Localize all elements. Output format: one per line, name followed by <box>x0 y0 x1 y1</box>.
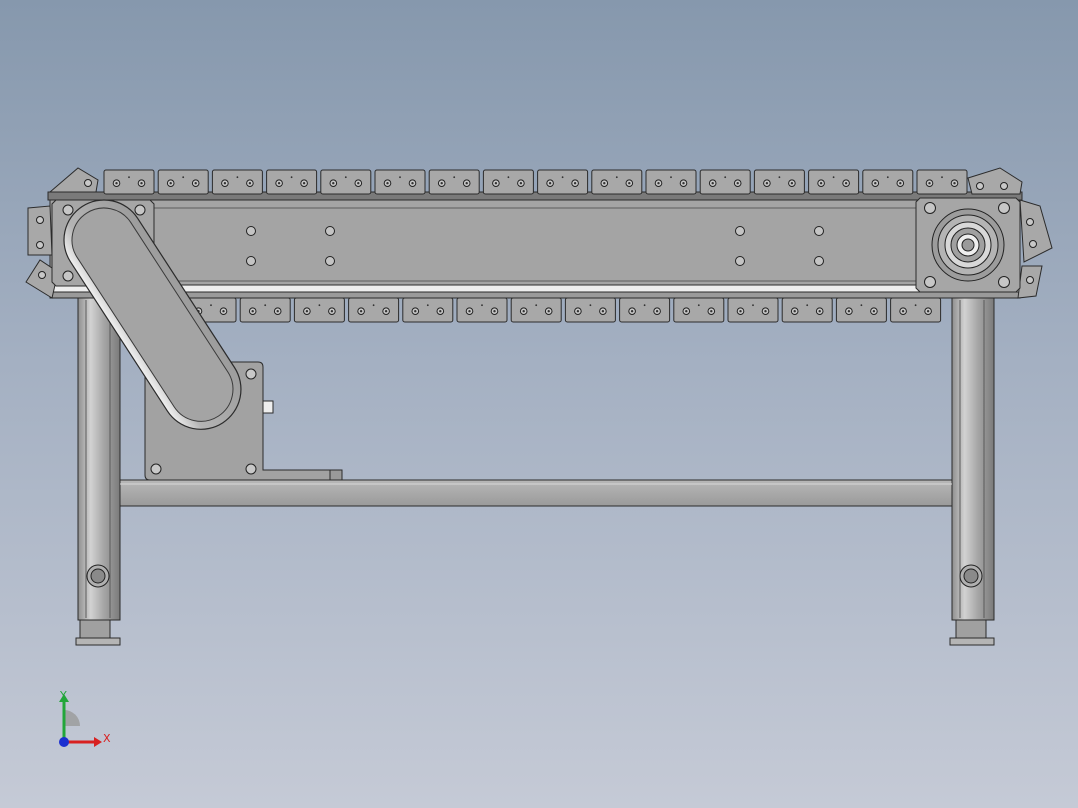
chain-link <box>211 169 263 195</box>
triad-plane-shading <box>64 710 80 726</box>
chain-link <box>320 169 372 195</box>
conveyor-side-frame <box>47 191 1023 299</box>
y-axis-label: Y <box>60 689 67 702</box>
chain-link <box>673 297 725 323</box>
chain-link <box>727 297 779 323</box>
chain-link <box>482 169 534 195</box>
chain-link <box>374 169 426 195</box>
x-axis-arrow-head <box>94 737 102 747</box>
x-axis-label: X <box>103 732 111 745</box>
chain-link <box>699 169 751 195</box>
chain-link <box>510 297 562 323</box>
chain-link <box>293 297 345 323</box>
z-axis-origin <box>59 737 69 747</box>
bearing <box>931 208 1005 282</box>
chain-link <box>916 169 968 195</box>
chain-link <box>753 169 805 195</box>
chain-link <box>348 297 400 323</box>
carry-chain <box>103 169 968 195</box>
cad-graphics-viewport[interactable]: Y X <box>0 0 1078 808</box>
lower-cross-beam <box>119 479 953 507</box>
chain-link <box>781 297 833 323</box>
chain-link <box>808 169 860 195</box>
chain-link <box>619 297 671 323</box>
return-chain <box>185 297 942 323</box>
chain-link <box>428 169 480 195</box>
right-leg <box>949 294 995 646</box>
right-bearing-block <box>915 197 1021 293</box>
chain-link <box>103 169 155 195</box>
chain-link <box>645 169 697 195</box>
chain-link <box>835 297 887 323</box>
chain-link <box>591 169 643 195</box>
chain-link <box>157 169 209 195</box>
chain-link <box>564 297 616 323</box>
chain-link <box>890 297 942 323</box>
chain-link <box>537 169 589 195</box>
chain-link <box>456 297 508 323</box>
chain-link <box>402 297 454 323</box>
chain-link <box>266 169 318 195</box>
chain-link <box>239 297 291 323</box>
conveyor-assembly-model[interactable] <box>0 0 1078 808</box>
left-leg <box>75 294 121 646</box>
chain-link <box>862 169 914 195</box>
